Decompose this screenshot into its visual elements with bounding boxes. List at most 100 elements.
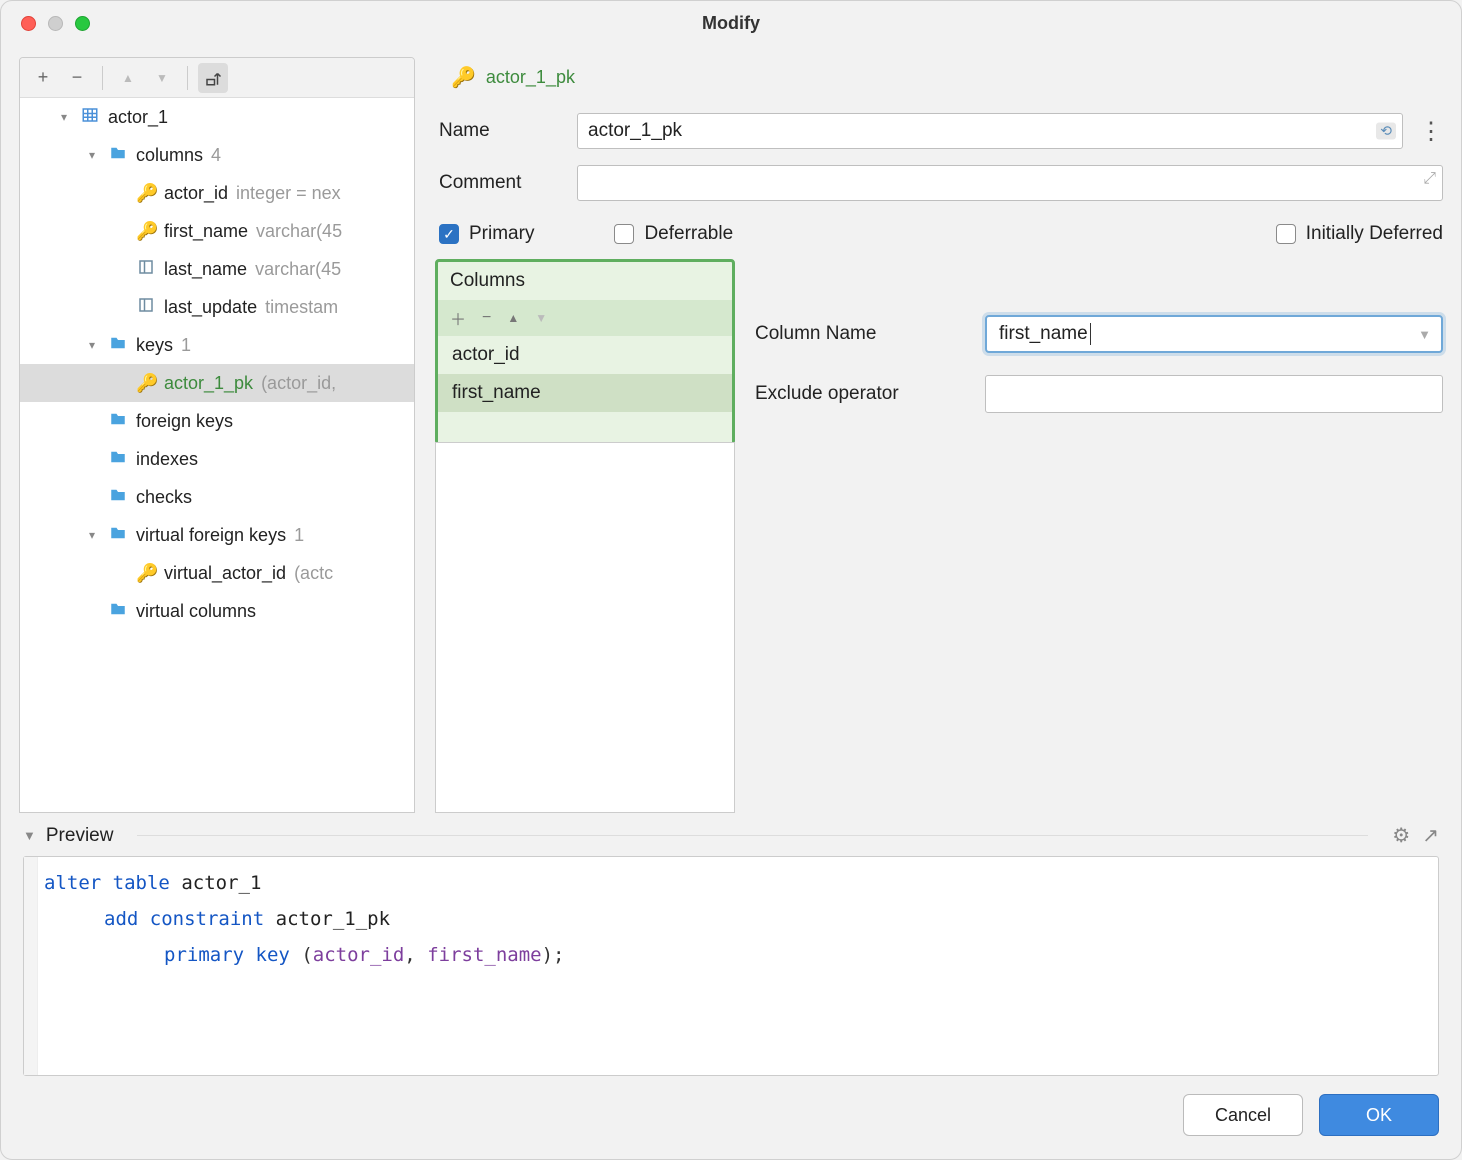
count-badge: 4 xyxy=(211,145,221,166)
columns-panel: Columns ＋ − ▲ ▼ actor_id first_name xyxy=(435,259,735,445)
add-button[interactable]: + xyxy=(28,63,58,93)
tree-label: columns xyxy=(136,145,203,166)
tree-label: checks xyxy=(136,487,192,508)
navigate-parent-button[interactable] xyxy=(198,63,228,93)
count-badge: 1 xyxy=(181,335,191,356)
sidebar-toolbar: + − ▲ ▼ xyxy=(20,58,414,98)
primary-checkbox[interactable]: ✓ Primary xyxy=(439,223,534,245)
preview-label: Preview xyxy=(46,825,114,847)
comment-label: Comment xyxy=(435,172,561,194)
cancel-button[interactable]: Cancel xyxy=(1183,1094,1303,1136)
combo-value: first_name xyxy=(999,323,1088,345)
columns-list-extension[interactable] xyxy=(435,442,735,813)
deferrable-checkbox[interactable]: Deferrable xyxy=(614,223,733,245)
maximize-window-icon[interactable] xyxy=(75,16,90,31)
column-icon xyxy=(136,296,156,319)
header-title: actor_1_pk xyxy=(486,67,575,88)
object-tree[interactable]: ▾ actor_1 ▾ columns 4 🔑 actor_id integer… xyxy=(20,98,414,812)
remove-column-button[interactable]: − xyxy=(482,309,491,327)
tree-column-item[interactable]: 🔑 actor_id integer = nex xyxy=(20,174,414,212)
sidebar: + − ▲ ▼ ▾ actor_1 ▾ colu xyxy=(19,57,415,813)
close-window-icon[interactable] xyxy=(21,16,36,31)
expand-icon[interactable]: ▾ xyxy=(84,338,100,352)
checkbox-icon xyxy=(1276,224,1296,244)
count-badge: 1 xyxy=(294,525,304,546)
minimize-window-icon[interactable] xyxy=(48,16,63,31)
tree-label: actor_id xyxy=(164,183,228,204)
tree-column-item[interactable]: last_name varchar(45 xyxy=(20,250,414,288)
folder-icon xyxy=(108,524,128,547)
tree-vfk-group[interactable]: ▾ virtual foreign keys 1 xyxy=(20,516,414,554)
tree-label: actor_1 xyxy=(108,107,168,128)
detail-hint: (actor_id, xyxy=(261,373,336,394)
separator xyxy=(102,66,103,90)
sql-preview[interactable]: alter table actor_1 add constraint actor… xyxy=(23,856,1439,1076)
expand-icon[interactable]: ▾ xyxy=(84,528,100,542)
tree-label: foreign keys xyxy=(136,411,233,432)
tree-keys-group[interactable]: ▾ keys 1 xyxy=(20,326,414,364)
tree-column-item[interactable]: 🔑 first_name varchar(45 xyxy=(20,212,414,250)
column-item-selected[interactable]: first_name xyxy=(438,374,732,412)
type-hint: timestam xyxy=(265,297,338,318)
key-column-icon: 🔑 xyxy=(136,221,156,242)
preview-section: ▼ Preview ⚙ ↗ alter table actor_1 add co… xyxy=(1,813,1461,1076)
tree-key-item-selected[interactable]: 🔑 actor_1_pk (actor_id, xyxy=(20,364,414,402)
folder-icon xyxy=(108,448,128,471)
folder-icon xyxy=(108,600,128,623)
columns-toolbar: ＋ − ▲ ▼ xyxy=(438,300,732,336)
checkbox-label: Primary xyxy=(469,223,534,245)
comment-input[interactable]: ⤢ xyxy=(577,165,1443,201)
gutter xyxy=(24,857,38,1075)
checkbox-label: Initially Deferred xyxy=(1306,223,1443,245)
move-down-button[interactable]: ▼ xyxy=(147,63,177,93)
tree-label: last_name xyxy=(164,259,247,280)
virtual-key-icon: 🔑 xyxy=(136,563,156,584)
move-up-button[interactable]: ▲ xyxy=(113,63,143,93)
move-down-button[interactable]: ▼ xyxy=(535,311,547,325)
name-input[interactable]: actor_1_pk ⟲ xyxy=(577,113,1403,149)
tree-columns-group[interactable]: ▾ columns 4 xyxy=(20,136,414,174)
move-up-button[interactable]: ▲ xyxy=(507,311,519,325)
tree-vfk-item[interactable]: 🔑 virtual_actor_id (actc xyxy=(20,554,414,592)
details-pane: 🔑 actor_1_pk Name actor_1_pk ⟲ ⋮ Comment… xyxy=(415,57,1443,813)
name-label: Name xyxy=(435,120,561,142)
tree-vcols-group[interactable]: virtual columns xyxy=(20,592,414,630)
tree-index-group[interactable]: indexes xyxy=(20,440,414,478)
columns-list[interactable]: actor_id first_name xyxy=(438,336,732,442)
expand-icon[interactable]: ▾ xyxy=(56,110,72,124)
collapse-icon[interactable]: ▼ xyxy=(23,828,36,843)
divider xyxy=(137,835,1368,836)
initially-deferred-checkbox[interactable]: Initially Deferred xyxy=(1276,223,1443,245)
sync-icon[interactable]: ⟲ xyxy=(1376,123,1396,140)
folder-icon xyxy=(108,334,128,357)
window-title: Modify xyxy=(702,13,760,34)
chevron-down-icon[interactable]: ▼ xyxy=(1418,327,1431,342)
add-column-button[interactable]: ＋ xyxy=(450,306,466,330)
tree-label: virtual columns xyxy=(136,601,256,622)
tree-table-node[interactable]: ▾ actor_1 xyxy=(20,98,414,136)
open-external-icon[interactable]: ↗ xyxy=(1422,823,1439,848)
details-header: 🔑 actor_1_pk xyxy=(435,57,1443,97)
exclude-operator-input[interactable] xyxy=(985,375,1443,413)
column-item[interactable]: actor_id xyxy=(438,336,732,374)
expand-icon[interactable]: ⤢ xyxy=(1423,170,1436,188)
remove-button[interactable]: − xyxy=(62,63,92,93)
tree-checks-group[interactable]: checks xyxy=(20,478,414,516)
navigate-up-icon xyxy=(204,69,222,87)
ok-button[interactable]: OK xyxy=(1319,1094,1439,1136)
tree-column-item[interactable]: last_update timestam xyxy=(20,288,414,326)
column-name-combobox[interactable]: first_name ▼ xyxy=(985,315,1443,353)
tree-fk-group[interactable]: foreign keys xyxy=(20,402,414,440)
exclude-operator-label: Exclude operator xyxy=(755,383,965,405)
expand-icon[interactable]: ▾ xyxy=(84,148,100,162)
key-icon: 🔑 xyxy=(451,65,476,90)
key-column-icon: 🔑 xyxy=(136,183,156,204)
gear-icon[interactable]: ⚙ xyxy=(1392,823,1410,848)
name-value: actor_1_pk xyxy=(588,120,682,142)
primary-key-icon: 🔑 xyxy=(136,373,156,394)
checkbox-checked-icon: ✓ xyxy=(439,224,459,244)
checkbox-label: Deferrable xyxy=(644,223,733,245)
more-menu-icon[interactable]: ⋮ xyxy=(1419,117,1443,146)
detail-hint: (actc xyxy=(294,563,333,584)
type-hint: integer = nex xyxy=(236,183,341,204)
